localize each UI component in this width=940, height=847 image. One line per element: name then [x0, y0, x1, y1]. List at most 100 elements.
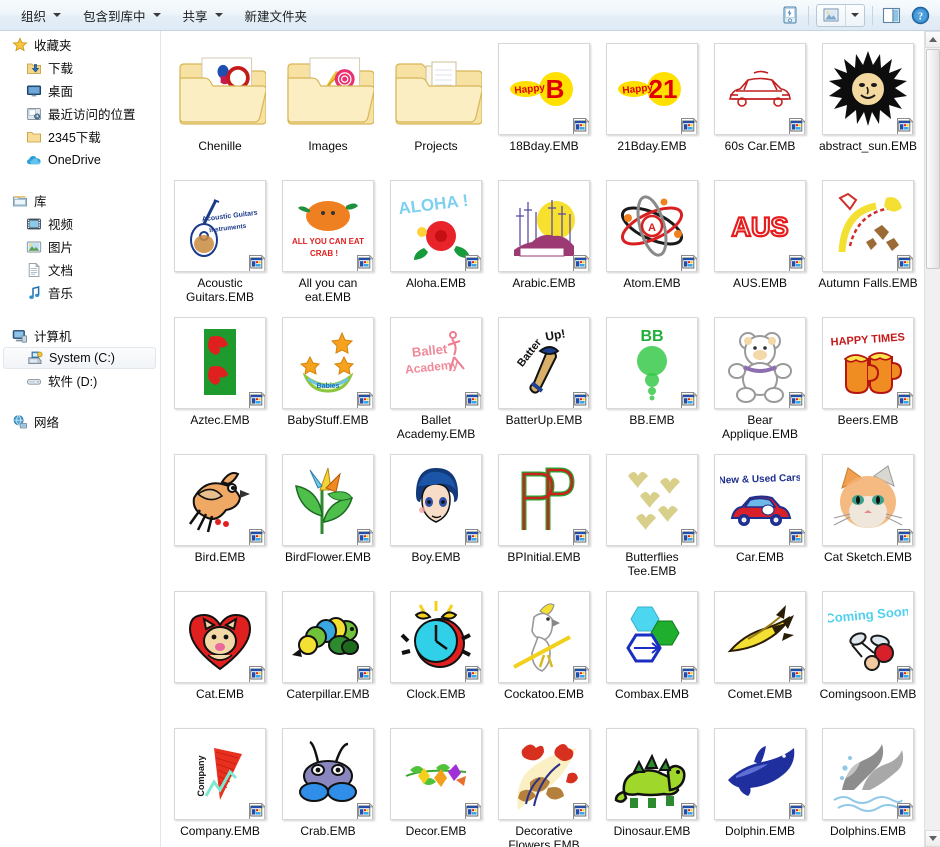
sidebar-group-favorites-header[interactable]: 收藏夹 — [0, 33, 160, 56]
file-item[interactable]: B Happy 18Bday.EMB — [490, 37, 598, 174]
file-item[interactable]: Acoustic Guitars Instruments Acoustic Guit… — [166, 174, 274, 311]
file-item[interactable]: Aztec.EMB — [166, 311, 274, 448]
embroidery-preview — [174, 591, 266, 683]
sidebar-item-onedrive[interactable]: OneDrive — [0, 148, 160, 171]
view-mode-dropdown-icon[interactable] — [845, 4, 864, 26]
scroll-up-arrow[interactable] — [925, 31, 940, 48]
sidebar-item-recent-places[interactable]: 最近访问的位置 — [0, 102, 160, 125]
include-in-library-button[interactable]: 包含到库中 — [72, 3, 172, 27]
svg-text:HAPPY TIMES: HAPPY TIMES — [830, 331, 905, 348]
file-item[interactable]: Caterpillar.EMB — [274, 585, 382, 722]
embroidery-preview: 21 Happy — [606, 43, 698, 135]
sidebar-item-documents[interactable]: 文档 — [0, 258, 160, 281]
file-thumbnail — [496, 178, 592, 274]
new-folder-button[interactable]: 新建文件夹 — [234, 3, 319, 27]
file-thumbnail: HAPPY TIMES — [820, 315, 916, 411]
file-item[interactable]: ALOHA ! Aloha.EMB — [382, 174, 490, 311]
sidebar-group-libraries: 库视频 图片 文档 音乐 — [0, 189, 160, 304]
scrollbar-thumb[interactable] — [926, 49, 940, 269]
file-item[interactable]: Coming Soon! Comingsoon.EMB — [814, 585, 922, 722]
emb-file-type-icon — [464, 528, 481, 545]
file-item[interactable]: Butterflies Tee.EMB — [598, 448, 706, 585]
file-item[interactable]: AUS AUS.EMB — [706, 174, 814, 311]
sidebar-item-system-c[interactable]: System (C:) — [3, 347, 156, 369]
file-item[interactable]: New & Used Cars Car.EMB — [706, 448, 814, 585]
view-mode-group[interactable] — [816, 3, 865, 27]
file-item[interactable]: HAPPY TIMES Beers.EMB — [814, 311, 922, 448]
file-item[interactable]: Cockatoo.EMB — [490, 585, 598, 722]
file-thumbnail — [388, 452, 484, 548]
file-item[interactable]: Crab.EMB — [274, 722, 382, 847]
file-item[interactable]: Clock.EMB — [382, 585, 490, 722]
file-item[interactable]: Decor.EMB — [382, 722, 490, 847]
sidebar-item-pictures[interactable]: 图片 — [0, 235, 160, 258]
sidebar-item-software-d[interactable]: 软件 (D:) — [0, 369, 160, 392]
burn-icon[interactable] — [779, 4, 801, 26]
file-item[interactable]: Autumn Falls.EMB — [814, 174, 922, 311]
file-item[interactable]: ALL YOU CAN EAT CRAB ! All you can eat.EMB — [274, 174, 382, 311]
file-item[interactable]: Cat.EMB — [166, 585, 274, 722]
view-mode-icon[interactable] — [817, 5, 845, 26]
file-name-label: Atom.EMB — [623, 276, 681, 290]
file-item[interactable]: BPInitial.EMB — [490, 448, 598, 585]
file-item[interactable]: Boy.EMB — [382, 448, 490, 585]
scroll-down-arrow[interactable] — [925, 830, 940, 847]
file-item[interactable]: Bear Applique.EMB — [706, 311, 814, 448]
vertical-scrollbar[interactable] — [924, 31, 940, 847]
sidebar-item-2345-downloads[interactable]: 2345下载 — [0, 125, 160, 148]
file-item[interactable]: Dolphins.EMB — [814, 722, 922, 847]
file-item[interactable]: A Atom.EMB — [598, 174, 706, 311]
sidebar-item-music[interactable]: 音乐 — [0, 281, 160, 304]
file-item[interactable]: abstract_sun.EMB — [814, 37, 922, 174]
emb-file-type-icon — [572, 528, 589, 545]
file-item[interactable]: 21 Happy 21Bday.EMB — [598, 37, 706, 174]
emb-file-type-icon — [248, 665, 265, 682]
file-name-label: Aloha.EMB — [405, 276, 467, 290]
help-icon[interactable]: ? — [909, 4, 931, 26]
sidebar-item-videos[interactable]: 视频 — [0, 212, 160, 235]
hard-drive-system-icon — [27, 350, 43, 366]
folder-item[interactable]: Projects — [382, 37, 490, 174]
organize-button[interactable]: 组织 — [10, 3, 72, 27]
file-item[interactable]: Decorative Flowers.EMB — [490, 722, 598, 847]
desktop-icon — [26, 83, 42, 99]
file-item[interactable]: Company Company.EMB — [166, 722, 274, 847]
file-name-label: Combax.EMB — [614, 687, 690, 701]
emb-file-type-icon — [680, 528, 697, 545]
file-item[interactable]: Bird.EMB — [166, 448, 274, 585]
file-thumbnail — [820, 452, 916, 548]
sidebar-group-network-header[interactable]: 网络 — [0, 410, 160, 433]
file-item[interactable]: Comet.EMB — [706, 585, 814, 722]
file-item[interactable]: Dolphin.EMB — [706, 722, 814, 847]
chevron-down-icon — [53, 13, 62, 17]
share-button[interactable]: 共享 — [172, 3, 234, 27]
file-item[interactable]: Combax.EMB — [598, 585, 706, 722]
toolbar-buttons: 组织 包含到库中 共享 新建文件夹 — [0, 0, 318, 30]
embroidery-preview — [390, 454, 482, 546]
file-list-pane[interactable]: Chenille Images Projects B Happy 18Bday.EMB 21… — [161, 31, 940, 847]
preview-pane-icon[interactable] — [880, 4, 902, 26]
file-item[interactable]: Arabic.EMB — [490, 174, 598, 311]
file-name-label: Chenille — [198, 139, 242, 153]
sidebar-item-downloads[interactable]: 下载 — [0, 56, 160, 79]
sidebar-item-desktop[interactable]: 桌面 — [0, 79, 160, 102]
embroidery-preview: Ballet Academy — [390, 317, 482, 409]
file-item[interactable]: Batter Up! BatterUp.EMB — [490, 311, 598, 448]
folder-item[interactable]: Images — [274, 37, 382, 174]
file-item[interactable]: BirdFlower.EMB — [274, 448, 382, 585]
emb-file-type-icon — [680, 391, 697, 408]
file-item[interactable]: 60s Car.EMB — [706, 37, 814, 174]
folder-item[interactable]: Chenille — [166, 37, 274, 174]
emb-file-type-icon — [356, 391, 373, 408]
file-item[interactable]: Dinosaur.EMB — [598, 722, 706, 847]
file-item[interactable]: BB BB.EMB — [598, 311, 706, 448]
navigation-pane[interactable]: 收藏夹 下载 桌面 最近访问的位置 2345下载 OneDrive 库视频 图片 文档 音乐计算机… — [0, 31, 161, 847]
emb-file-type-icon — [788, 665, 805, 682]
sidebar-group-computer-header[interactable]: 计算机 — [0, 324, 160, 347]
file-item[interactable]: Cat Sketch.EMB — [814, 448, 922, 585]
file-thumbnail: Company — [172, 726, 268, 822]
sidebar-group-libraries-header[interactable]: 库 — [0, 189, 160, 212]
file-item[interactable]: Babies BabyStuff.EMB — [274, 311, 382, 448]
file-item[interactable]: Ballet Academy Ballet Academy.EMB — [382, 311, 490, 448]
file-name-label: Comingsoon.EMB — [819, 687, 917, 701]
